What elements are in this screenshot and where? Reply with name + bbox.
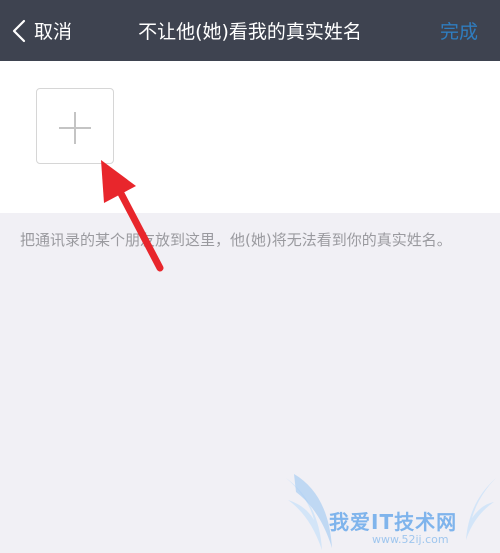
- navigation-bar: 取消 不让他(她)看我的真实姓名 完成: [0, 0, 500, 61]
- watermark: 我爱IT技术网 www.52ij.com: [282, 470, 500, 553]
- chevron-left-icon: [12, 19, 26, 42]
- member-panel: [0, 61, 500, 213]
- add-member-button[interactable]: [36, 88, 114, 164]
- cancel-button[interactable]: 取消: [12, 0, 72, 61]
- page-title: 不让他(她)看我的真实姓名: [138, 21, 362, 43]
- watermark-title: 我爱IT技术网: [329, 510, 458, 534]
- done-button[interactable]: 完成: [440, 0, 478, 61]
- plus-icon: [59, 112, 91, 144]
- cancel-label: 取消: [34, 21, 73, 43]
- hint-text: 把通讯录的某个朋友放到这里，他(她)将无法看到你的真实姓名。: [20, 231, 452, 249]
- watermark-url: www.52ij.com: [372, 533, 449, 546]
